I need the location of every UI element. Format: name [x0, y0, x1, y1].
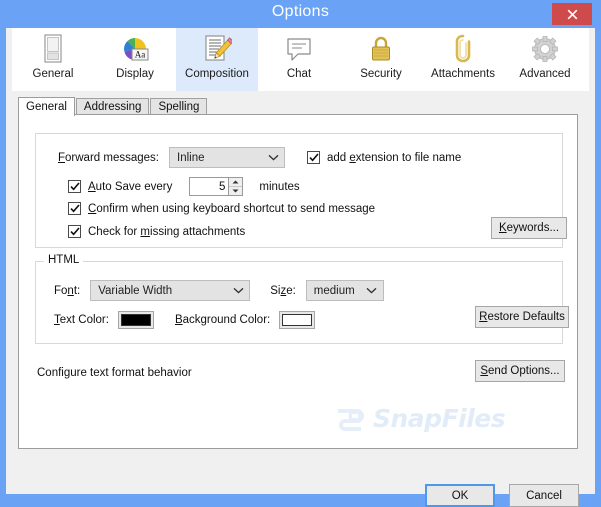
auto-save-stepper[interactable]	[229, 177, 244, 196]
font-label: Font:	[54, 284, 81, 297]
security-lock-icon	[368, 32, 394, 66]
toolbar-item-label: Advanced	[519, 68, 571, 80]
font-select[interactable]: Variable Width	[90, 280, 251, 301]
toolbar-item-composition[interactable]: Composition	[176, 28, 258, 91]
toolbar-item-general[interactable]: General	[12, 28, 94, 91]
keywords-button[interactable]: Keywords...	[491, 217, 567, 239]
tab-label: Addressing	[83, 101, 142, 113]
cancel-button[interactable]: Cancel	[509, 484, 579, 507]
font-row: Font: Variable Width Size: medium	[54, 280, 384, 301]
checkmark-icon	[69, 227, 80, 236]
checkmark-icon	[69, 204, 80, 213]
checkmark-icon	[69, 182, 80, 191]
toolbar-item-label: Display	[116, 68, 154, 80]
stepper-down-icon[interactable]	[229, 187, 243, 195]
snapfiles-watermark: SnapFiles	[335, 400, 535, 436]
keywords-button-label: Keywords...	[498, 222, 560, 234]
tab-panel-general: Forward messages: Inline add extension t…	[18, 114, 578, 449]
forward-messages-select[interactable]: Inline	[169, 147, 285, 168]
send-options-label: Send Options...	[480, 365, 560, 377]
restore-defaults-label: Restore Defaults	[479, 311, 565, 323]
composition-pencil-icon	[202, 32, 232, 66]
toolbar-item-label: General	[32, 68, 74, 80]
cancel-button-label: Cancel	[526, 489, 562, 502]
checkmark-icon	[308, 153, 319, 162]
toolbar-item-attachments[interactable]: Attachments	[422, 28, 504, 91]
html-group-legend: HTML	[44, 254, 84, 266]
tab-general[interactable]: General	[18, 97, 75, 116]
chevron-down-icon	[262, 154, 284, 161]
display-palette-icon: Aa	[120, 32, 150, 66]
background-color-label: Background Color:	[174, 314, 271, 326]
ok-button[interactable]: OK	[425, 484, 495, 507]
size-label: Size:	[270, 284, 296, 297]
background-color-swatch[interactable]	[279, 311, 316, 329]
size-value: medium	[313, 284, 355, 297]
check-missing-label: Check for missing attachments	[88, 225, 246, 238]
general-window-icon	[40, 32, 66, 66]
toolbar-item-security[interactable]: Security	[340, 28, 422, 91]
watermark-text: SnapFiles	[373, 403, 506, 433]
dialog-client-area: General Aa Display Composition Chat Secu…	[6, 28, 595, 507]
chevron-down-icon	[227, 287, 249, 294]
html-group-box: HTML Font: Variable Width Size: medium T…	[35, 254, 569, 344]
ok-button-label: OK	[451, 489, 469, 502]
forward-messages-value: Inline	[177, 151, 205, 164]
chat-bubble-icon	[284, 32, 314, 66]
auto-save-checkbox[interactable]	[68, 180, 81, 193]
background-color-value	[282, 314, 313, 326]
confirm-shortcut-row: Confirm when using keyboard shortcut to …	[68, 202, 375, 215]
auto-save-minutes-input[interactable]: 5	[189, 177, 230, 196]
size-select[interactable]: medium	[305, 280, 384, 301]
tab-label: General	[26, 101, 67, 113]
send-options-button[interactable]: Send Options...	[475, 360, 565, 382]
svg-text:Aa: Aa	[135, 50, 146, 60]
text-color-label: Text Color:	[54, 314, 109, 326]
add-extension-checkbox[interactable]	[307, 151, 320, 164]
forward-messages-label: Forward messages:	[58, 151, 159, 164]
auto-save-row: Auto Save every 5 minutes	[68, 177, 300, 196]
auto-save-unit-label: minutes	[259, 180, 300, 193]
toolbar-item-label: Composition	[185, 68, 249, 80]
title-bar: Options	[0, 0, 601, 28]
tab-label: Spelling	[158, 101, 200, 113]
confirm-shortcut-checkbox[interactable]	[68, 202, 81, 215]
options-dialog-window: Options General Aa Display Composition C…	[0, 0, 601, 507]
add-extension-label: add extension to file name	[327, 151, 462, 164]
font-value: Variable Width	[98, 284, 173, 297]
restore-defaults-button[interactable]: Restore Defaults	[475, 306, 569, 328]
paperclip-icon	[451, 32, 475, 66]
tab-spelling[interactable]: Spelling	[150, 98, 208, 115]
tab-strip: General Addressing Spelling	[18, 97, 578, 116]
toolbar-item-chat[interactable]: Chat	[258, 28, 340, 91]
confirm-shortcut-label: Confirm when using keyboard shortcut to …	[88, 202, 376, 215]
window-title: Options	[271, 3, 330, 20]
category-toolbar: General Aa Display Composition Chat Secu…	[12, 28, 589, 91]
forward-messages-row: Forward messages: Inline add extension t…	[58, 147, 461, 168]
close-button[interactable]	[552, 3, 592, 25]
configure-text-format-label: Configure text format behavior	[37, 367, 192, 379]
composition-group-box: Forward messages: Inline add extension t…	[35, 133, 567, 248]
text-color-swatch[interactable]	[117, 311, 154, 329]
color-row: Text Color: Background Color:	[54, 311, 316, 329]
check-missing-row: Check for missing attachments	[68, 225, 245, 238]
gear-icon	[530, 32, 560, 66]
tab-addressing[interactable]: Addressing	[75, 98, 150, 115]
snapfiles-logo-icon	[338, 409, 364, 431]
chevron-down-icon	[361, 287, 383, 294]
toolbar-item-display[interactable]: Aa Display	[94, 28, 176, 91]
auto-save-label: Auto Save every	[88, 180, 173, 193]
close-icon	[567, 9, 577, 19]
check-missing-checkbox[interactable]	[68, 225, 81, 238]
toolbar-item-label: Chat	[286, 68, 312, 80]
toolbar-item-label: Attachments	[431, 68, 495, 80]
toolbar-item-advanced[interactable]: Advanced	[504, 28, 586, 91]
toolbar-item-label: Security	[360, 68, 402, 80]
auto-save-minutes-value: 5	[218, 180, 226, 193]
text-color-value	[120, 314, 151, 326]
stepper-up-icon[interactable]	[229, 178, 243, 187]
